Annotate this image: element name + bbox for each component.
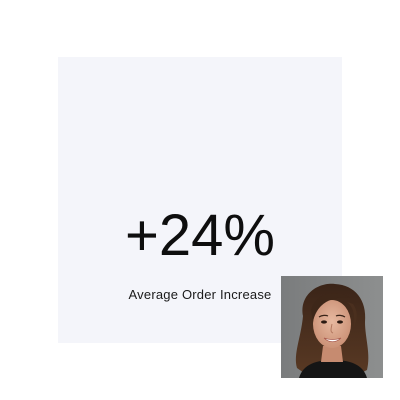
avatar-portrait-image [281,276,383,378]
avatar [281,276,383,378]
stat-value: +24% [125,203,275,268]
page: +24% Average Order Increase [0,0,400,400]
